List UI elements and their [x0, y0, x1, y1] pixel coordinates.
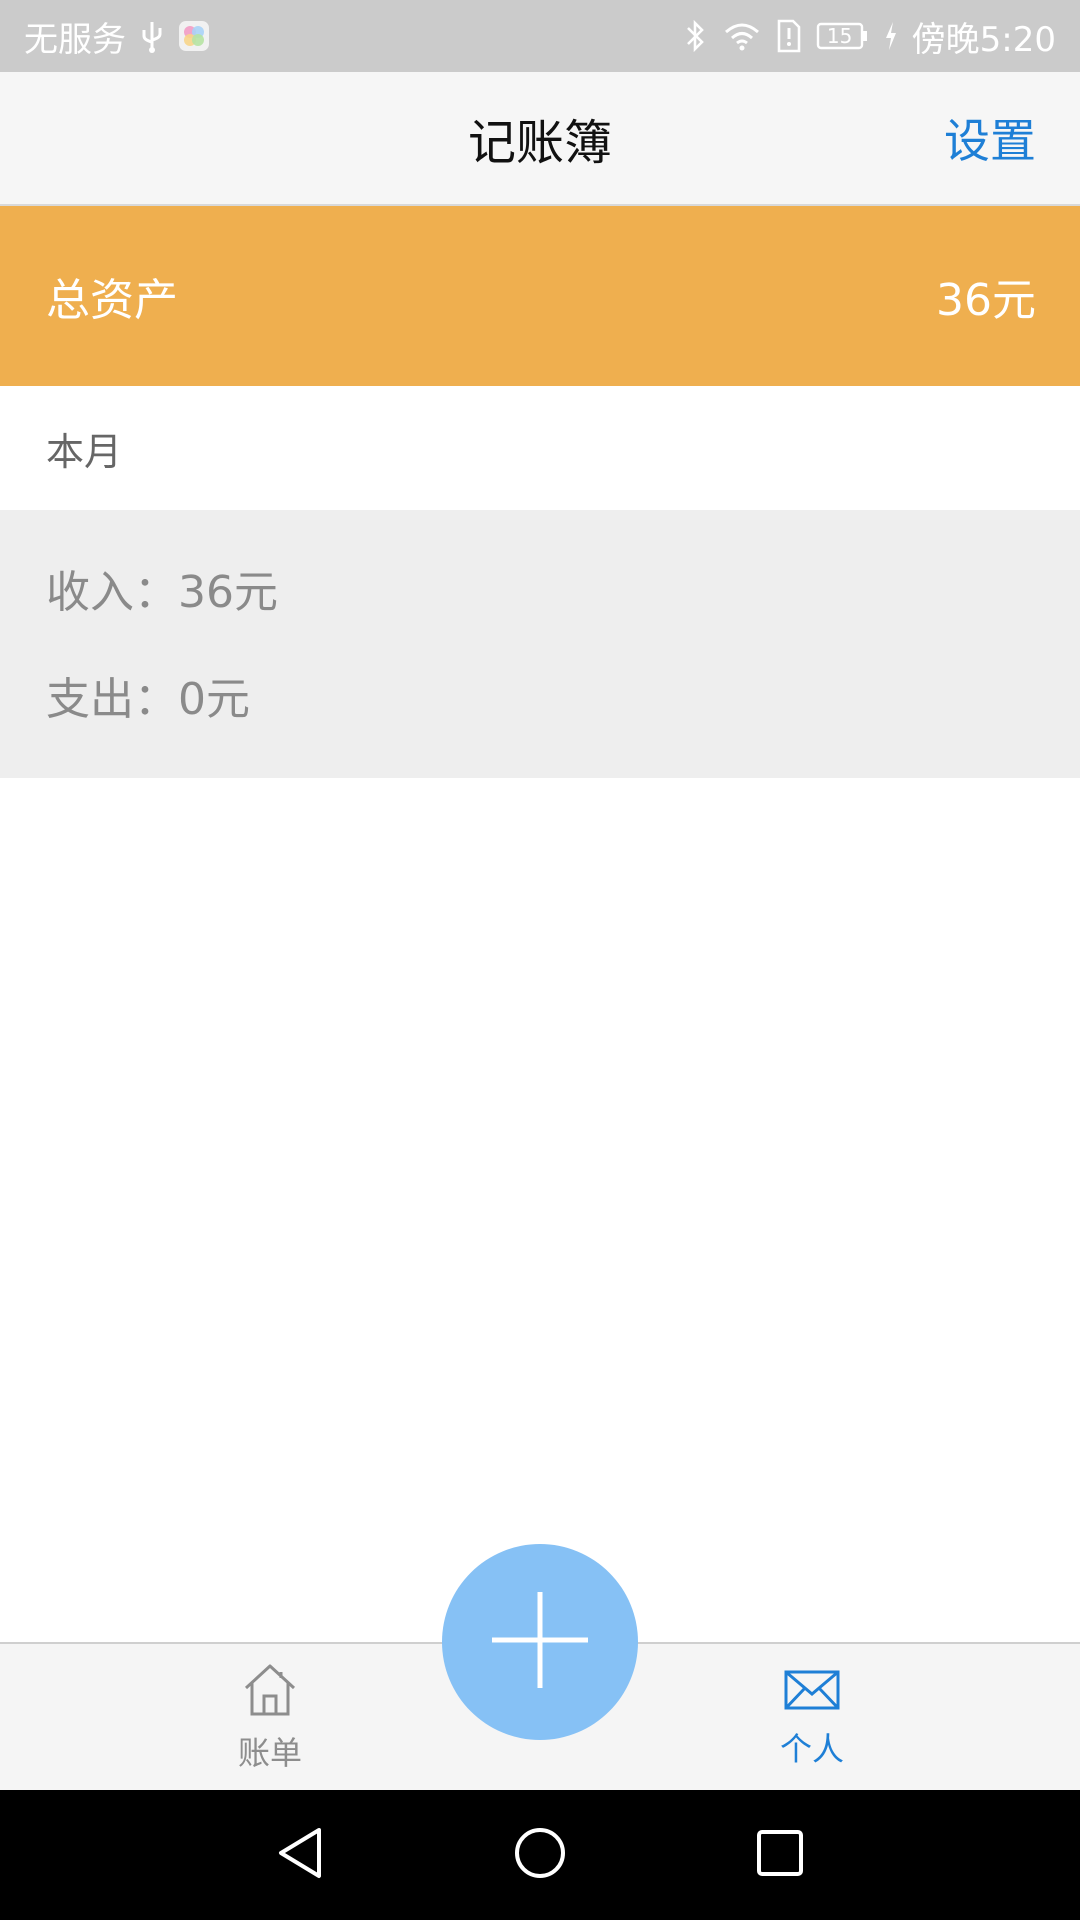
- income-row: 收入： 36元: [46, 548, 278, 628]
- home-icon: [241, 1662, 299, 1722]
- expense-row: 支出： 0元: [46, 655, 250, 735]
- nav-label-me: 个人: [779, 1730, 844, 1768]
- page-title: 记账簿: [467, 115, 612, 171]
- settings-button[interactable]: 设置: [944, 72, 1036, 204]
- total-assets-label: 总资产: [46, 275, 178, 326]
- status-bar: 无服务 15 傍晚5:20: [0, 0, 1080, 72]
- carrier-label: 无服务: [24, 19, 126, 60]
- total-assets-banner: 总资产 36元: [0, 206, 1080, 386]
- status-bar-right: 15 傍晚5:20: [684, 0, 1056, 72]
- back-button[interactable]: [240, 1790, 360, 1920]
- total-assets-value: 36元: [936, 275, 1036, 326]
- recent-apps-icon: [755, 1828, 805, 1882]
- home-circle-icon: [513, 1826, 567, 1884]
- screen: 无服务 15 傍晚5:20 记账簿 设置 总资产 36元 本月 收入： 36元 …: [0, 0, 1080, 1920]
- plus-icon: [490, 1590, 590, 1694]
- usb-icon: [140, 18, 164, 54]
- system-nav-bar: [0, 1790, 1080, 1920]
- recent-apps-button[interactable]: [720, 1790, 840, 1920]
- charging-icon: [884, 21, 898, 51]
- sim-alert-icon: [776, 19, 802, 53]
- status-bar-left: 无服务: [24, 0, 210, 72]
- income-value: 36元: [178, 567, 278, 618]
- back-icon: [275, 1826, 325, 1884]
- month-section-header: 本月: [0, 386, 1080, 510]
- battery-icon: 15: [816, 21, 870, 51]
- nav-label-bills: 账单: [237, 1734, 302, 1772]
- clock: 傍晚5:20: [911, 19, 1056, 60]
- app-notification-icon: [178, 20, 210, 52]
- month-label: 本月: [46, 429, 123, 474]
- mail-icon: [783, 1666, 841, 1718]
- home-button[interactable]: [480, 1790, 600, 1920]
- expense-value: 0元: [178, 674, 250, 725]
- wifi-icon: [722, 20, 762, 52]
- expense-label: 支出：: [46, 674, 178, 725]
- income-label: 收入：: [46, 567, 178, 618]
- battery-level: 15: [826, 24, 853, 48]
- nav-item-me[interactable]: 个人: [712, 1644, 912, 1792]
- bluetooth-icon: [684, 18, 708, 54]
- nav-item-bills[interactable]: 账单: [170, 1644, 370, 1792]
- add-record-button[interactable]: [442, 1544, 638, 1740]
- app-header: 记账簿 设置: [0, 72, 1080, 206]
- monthly-stats: 收入： 36元 支出： 0元: [0, 510, 1080, 778]
